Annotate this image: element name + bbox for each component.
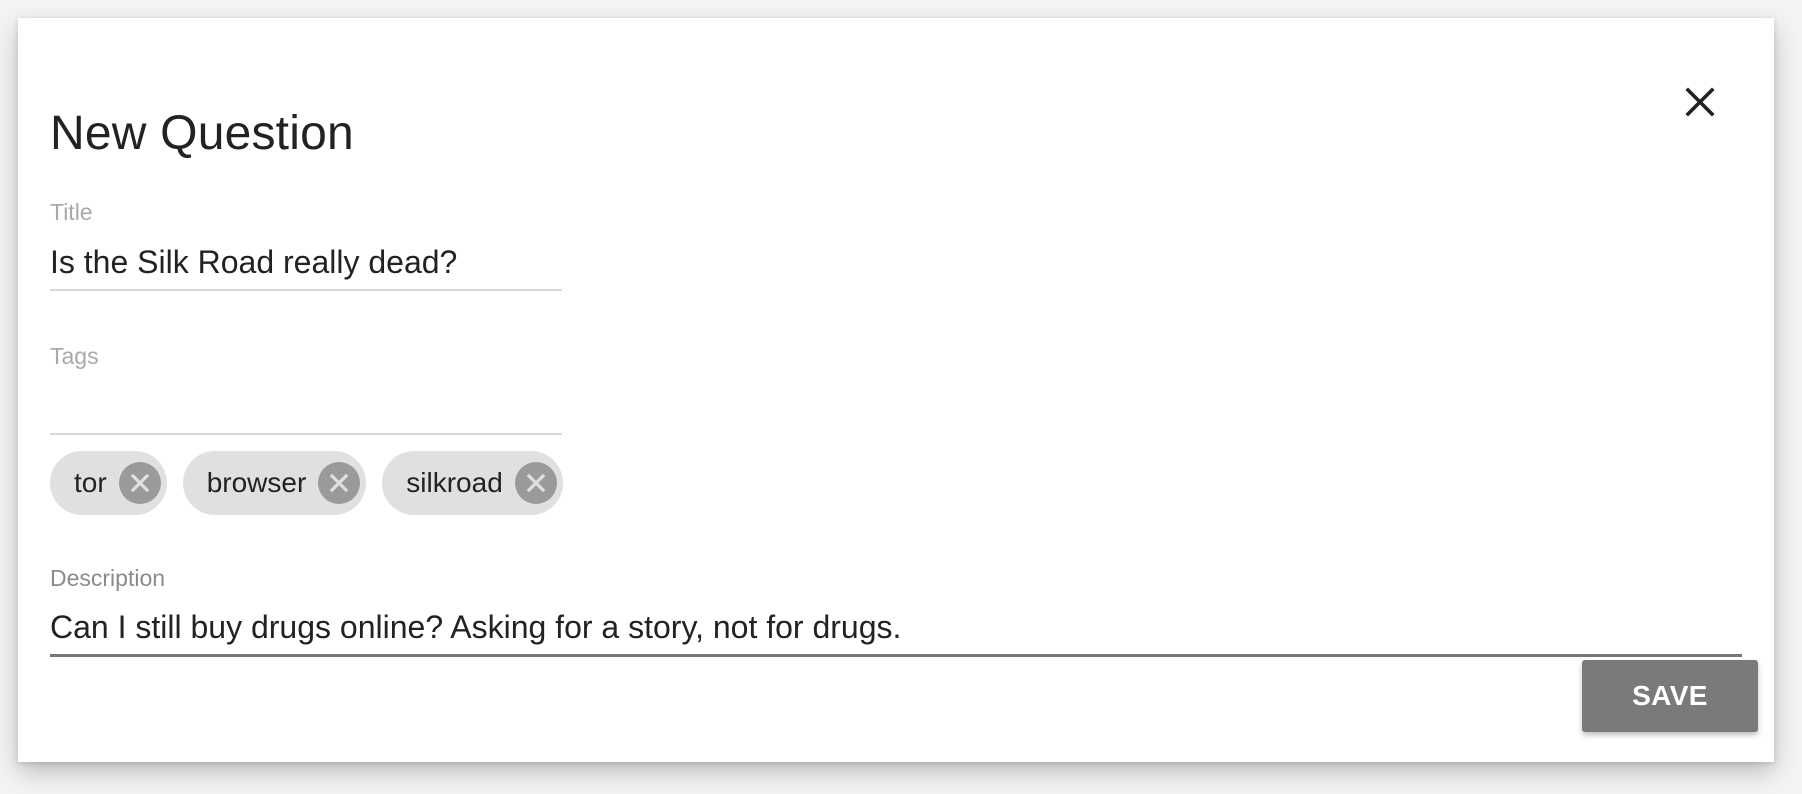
tags-label: Tags [50, 343, 99, 369]
title-label: Title [50, 199, 93, 225]
close-button[interactable] [1678, 80, 1722, 124]
tags-underline [50, 433, 562, 435]
tag-chip-tor: tor [50, 451, 167, 515]
page-backdrop: New Question Title Is the Silk Road real… [0, 0, 1802, 794]
description-field[interactable]: Can I still buy drugs online? Asking for… [50, 611, 901, 643]
title-field[interactable]: Is the Silk Road really dead? [50, 246, 457, 278]
description-underline [50, 654, 1742, 657]
tag-chip-label: browser [206, 467, 307, 498]
remove-tag-silkroad-icon[interactable] [514, 462, 557, 504]
tags-input[interactable] [50, 380, 562, 422]
tag-chip-silkroad: silkroad [382, 451, 563, 515]
new-question-dialog: New Question Title Is the Silk Road real… [18, 18, 1774, 762]
tag-chips: tor browser silkroad [50, 451, 563, 515]
tag-chip-label: silkroad [406, 467, 503, 498]
remove-tag-tor-icon[interactable] [118, 462, 161, 504]
save-button[interactable]: SAVE [1582, 660, 1758, 732]
dialog-title: New Question [50, 107, 354, 161]
tag-chip-browser: browser [182, 451, 367, 515]
description-label: Description [50, 565, 166, 591]
tag-chip-label: tor [74, 467, 107, 498]
remove-tag-browser-icon[interactable] [318, 462, 361, 504]
close-icon [1678, 80, 1722, 124]
title-underline [50, 289, 562, 291]
